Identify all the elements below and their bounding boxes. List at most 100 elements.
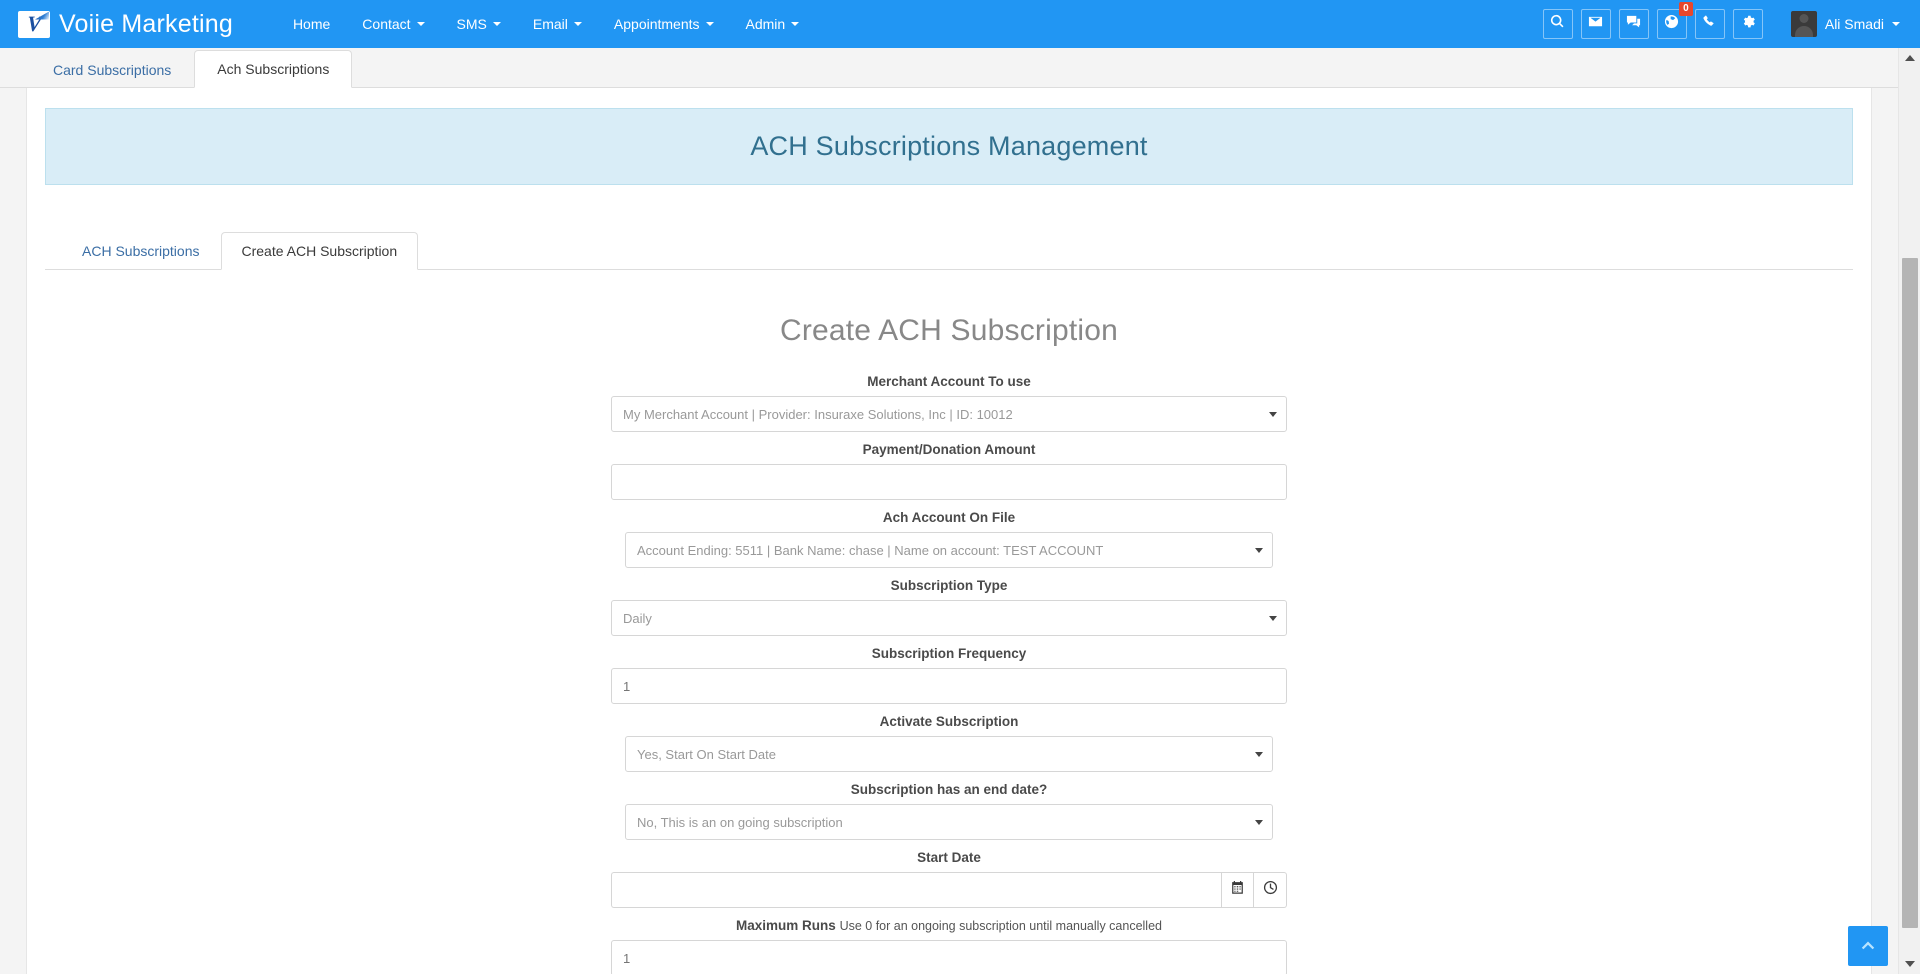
navbar-actions: 0 Ali Smadi bbox=[1542, 2, 1906, 41]
voiie-logo-icon: V bbox=[18, 10, 50, 38]
inner-tab-create-ach-subscription[interactable]: Create ACH Subscription bbox=[220, 232, 419, 270]
field-ach-account: Ach Account On File Account Ending: 5511… bbox=[45, 510, 1853, 568]
label-subscription-type: Subscription Type bbox=[890, 578, 1008, 593]
chevron-up-icon bbox=[1860, 937, 1876, 956]
start-date-input-group bbox=[611, 872, 1287, 908]
chevron-down-icon bbox=[573, 22, 582, 26]
nav-item-admin-label: Admin bbox=[745, 16, 786, 32]
search-icon bbox=[1550, 14, 1565, 34]
has-end-date-select[interactable]: No, This is an on going subscription bbox=[625, 804, 1273, 840]
field-maximum-runs: Maximum Runs Use 0 for an ongoing subscr… bbox=[45, 918, 1853, 974]
outer-tab-bar: Card Subscriptions Ach Subscriptions bbox=[0, 48, 1920, 88]
maximum-runs-input[interactable] bbox=[611, 940, 1287, 974]
inner-tab-ach-subscriptions-label: ACH Subscriptions bbox=[82, 243, 200, 259]
nav-item-sms-label: SMS bbox=[456, 16, 487, 32]
chat-button[interactable] bbox=[1618, 9, 1649, 39]
user-menu[interactable]: Ali Smadi bbox=[1785, 7, 1906, 41]
field-subscription-frequency: Subscription Frequency bbox=[45, 646, 1853, 704]
label-payment-amount: Payment/Donation Amount bbox=[862, 442, 1036, 457]
label-maximum-runs-text: Maximum Runs bbox=[736, 918, 836, 933]
logo-letter: V bbox=[25, 11, 43, 36]
chevron-down-icon bbox=[492, 22, 501, 26]
scrollbar-thumb[interactable] bbox=[1902, 258, 1918, 928]
chevron-down-icon bbox=[1255, 819, 1263, 825]
nav-item-admin[interactable]: Admin bbox=[730, 2, 816, 46]
avatar-body bbox=[1794, 26, 1813, 37]
calls-button[interactable] bbox=[1694, 9, 1725, 39]
messages-button[interactable] bbox=[1580, 9, 1611, 39]
form-heading: Create ACH Subscription bbox=[779, 314, 1119, 347]
chevron-down-icon bbox=[416, 22, 425, 26]
scrollbar-down-arrow[interactable] bbox=[1899, 954, 1920, 974]
create-ach-subscription-form: Merchant Account To use My Merchant Acco… bbox=[45, 374, 1853, 974]
ach-account-value: Account Ending: 5511 | Bank Name: chase … bbox=[637, 542, 1104, 558]
brand-logo-link[interactable]: V Voiie Marketing bbox=[18, 10, 233, 39]
user-name: Ali Smadi bbox=[1824, 16, 1884, 32]
main-nav: Home Contact SMS Email Appointments Admi… bbox=[277, 2, 815, 46]
page-body: ACH Subscriptions Management ACH Subscri… bbox=[0, 88, 1898, 974]
gear-icon bbox=[1740, 14, 1756, 34]
nav-item-sms[interactable]: SMS bbox=[441, 2, 517, 46]
page-title: ACH Subscriptions Management bbox=[45, 108, 1853, 185]
nav-item-home[interactable]: Home bbox=[277, 2, 346, 46]
chevron-down-icon bbox=[1269, 411, 1277, 417]
activate-subscription-select[interactable]: Yes, Start On Start Date bbox=[625, 736, 1273, 772]
label-ach-account: Ach Account On File bbox=[882, 510, 1016, 525]
avatar-head bbox=[1799, 14, 1809, 23]
chevron-down-icon bbox=[1255, 751, 1263, 757]
payment-amount-input[interactable] bbox=[611, 464, 1287, 500]
notification-badge: 0 bbox=[1678, 2, 1693, 16]
label-has-end-date: Subscription has an end date? bbox=[850, 782, 1048, 797]
label-start-date: Start Date bbox=[917, 850, 981, 865]
tab-card-subscriptions[interactable]: Card Subscriptions bbox=[30, 51, 194, 88]
merchant-account-value: My Merchant Account | Provider: Insuraxe… bbox=[623, 406, 1013, 422]
field-activate-subscription: Activate Subscription Yes, Start On Star… bbox=[45, 714, 1853, 772]
nav-item-home-label: Home bbox=[292, 16, 331, 32]
subscription-type-value: Daily bbox=[623, 610, 652, 626]
scroll-to-top-button[interactable] bbox=[1848, 926, 1888, 966]
start-date-input[interactable] bbox=[611, 872, 1221, 908]
content-card: ACH Subscriptions Management ACH Subscri… bbox=[26, 88, 1872, 974]
chevron-down-icon bbox=[1892, 22, 1900, 26]
label-maximum-runs: Maximum Runs Use 0 for an ongoing subscr… bbox=[45, 918, 1853, 933]
chevron-down-icon bbox=[1255, 547, 1263, 553]
phone-icon bbox=[1702, 14, 1717, 34]
tab-card-subscriptions-label: Card Subscriptions bbox=[53, 62, 172, 78]
inner-tab-ach-subscriptions[interactable]: ACH Subscriptions bbox=[61, 232, 221, 270]
brand-name: Voiie Marketing bbox=[59, 9, 233, 38]
globe-icon bbox=[1664, 14, 1679, 34]
scrollbar-up-arrow[interactable] bbox=[1899, 48, 1920, 68]
tab-ach-subscriptions[interactable]: Ach Subscriptions bbox=[194, 50, 353, 88]
maximum-runs-hint: Use 0 for an ongoing subscription until … bbox=[839, 919, 1162, 933]
nav-item-appointments[interactable]: Appointments bbox=[598, 2, 730, 46]
subscription-frequency-input[interactable] bbox=[611, 668, 1287, 704]
start-date-time-button[interactable] bbox=[1254, 872, 1287, 908]
start-date-calendar-button[interactable] bbox=[1221, 872, 1254, 908]
clock-icon bbox=[1263, 880, 1278, 900]
field-payment-amount: Payment/Donation Amount bbox=[45, 442, 1853, 500]
field-subscription-type: Subscription Type Daily bbox=[45, 578, 1853, 636]
label-subscription-frequency: Subscription Frequency bbox=[871, 646, 1027, 661]
nav-item-email[interactable]: Email bbox=[517, 2, 598, 46]
label-merchant-account: Merchant Account To use bbox=[867, 374, 1031, 389]
field-start-date: Start Date bbox=[45, 850, 1853, 908]
chevron-down-icon bbox=[1269, 615, 1277, 621]
has-end-date-value: No, This is an on going subscription bbox=[637, 814, 843, 830]
search-button[interactable] bbox=[1542, 9, 1573, 39]
ach-account-select[interactable]: Account Ending: 5511 | Bank Name: chase … bbox=[625, 532, 1273, 568]
label-activate-subscription: Activate Subscription bbox=[879, 714, 1019, 729]
page-scrollbar[interactable] bbox=[1898, 48, 1920, 974]
chevron-down-icon bbox=[791, 22, 800, 26]
comments-icon bbox=[1626, 14, 1641, 34]
inner-tab-bar: ACH Subscriptions Create ACH Subscriptio… bbox=[45, 231, 1853, 270]
merchant-account-select[interactable]: My Merchant Account | Provider: Insuraxe… bbox=[611, 396, 1287, 432]
inner-tab-create-ach-subscription-label: Create ACH Subscription bbox=[241, 243, 398, 259]
calendar-icon bbox=[1230, 880, 1245, 900]
subscription-type-select[interactable]: Daily bbox=[611, 600, 1287, 636]
settings-button[interactable] bbox=[1732, 9, 1763, 39]
nav-item-contact-label: Contact bbox=[362, 16, 411, 32]
activate-subscription-value: Yes, Start On Start Date bbox=[637, 746, 776, 762]
top-navbar: V Voiie Marketing Home Contact SMS Email… bbox=[0, 0, 1920, 48]
nav-item-contact[interactable]: Contact bbox=[346, 2, 440, 46]
notifications-button[interactable]: 0 bbox=[1656, 2, 1693, 39]
